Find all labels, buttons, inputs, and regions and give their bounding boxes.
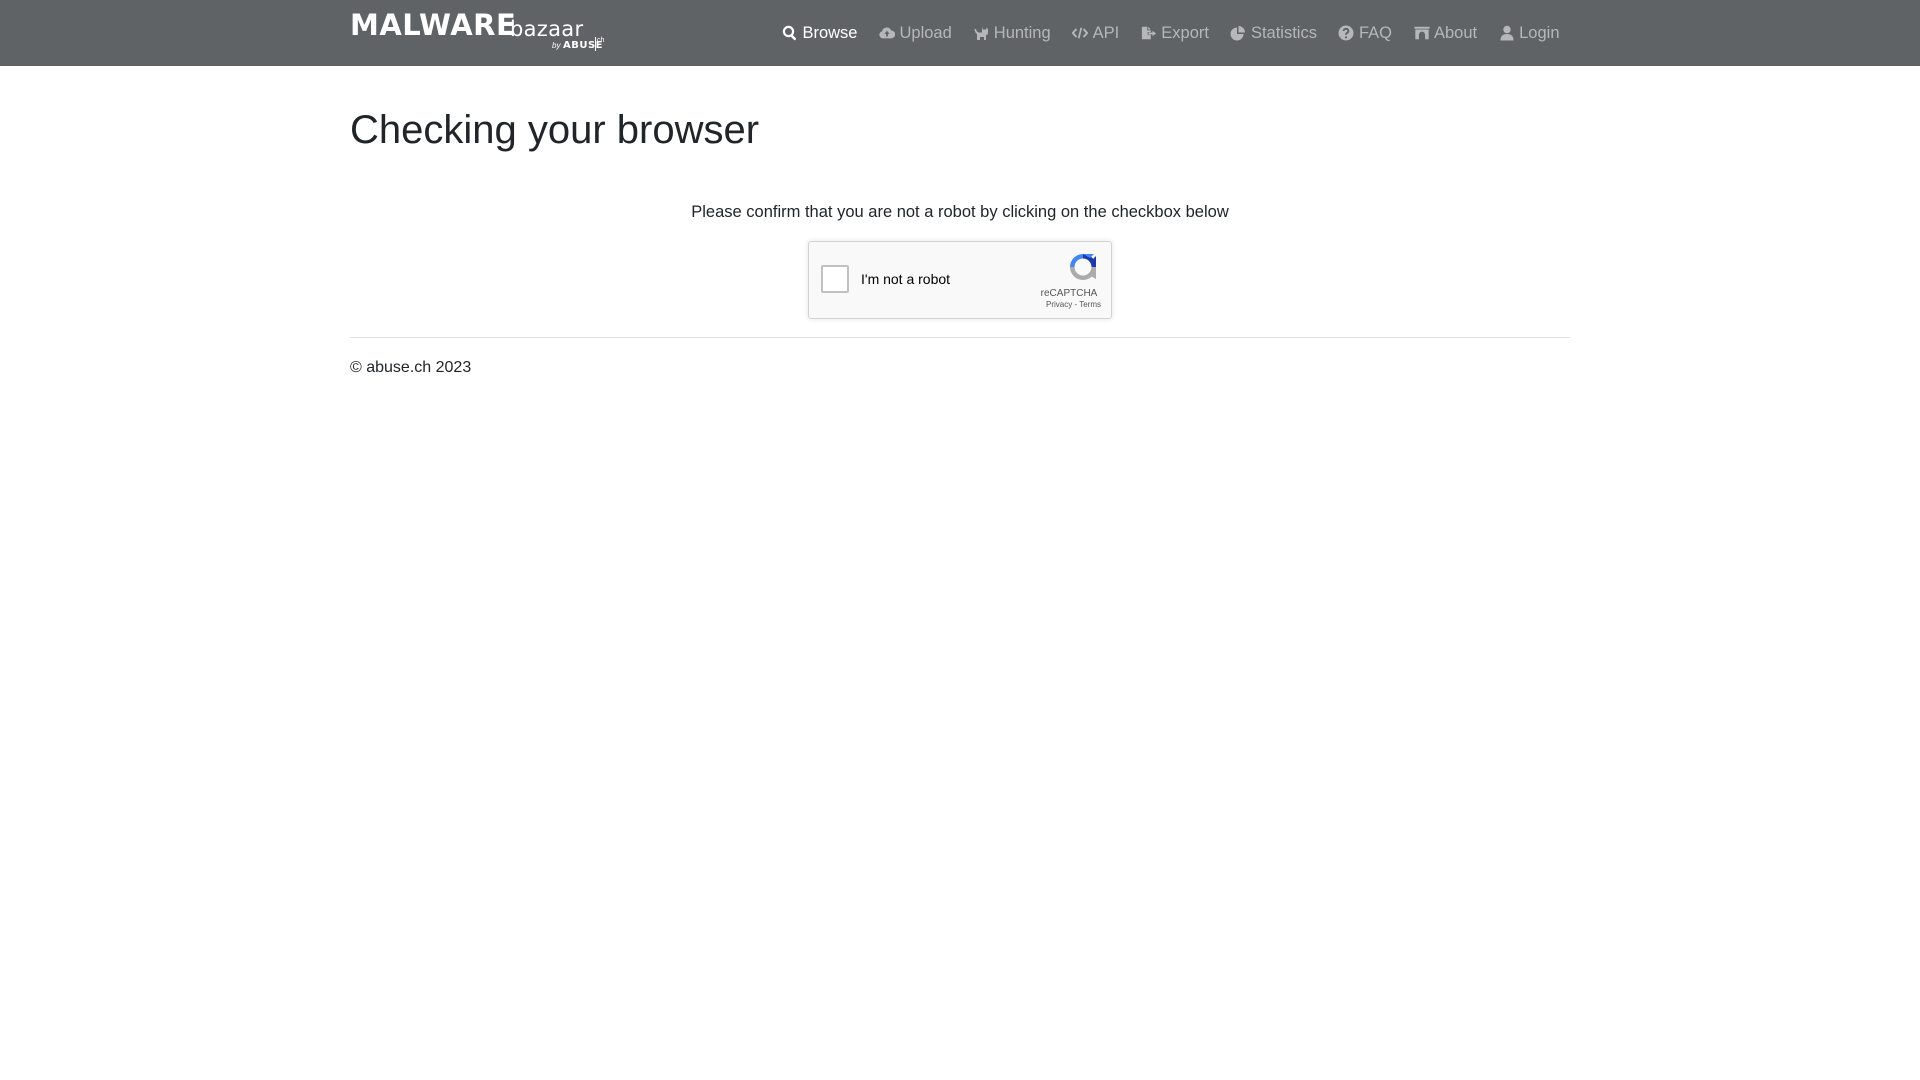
nav-item-about[interactable]: About bbox=[1403, 0, 1488, 66]
nav-item-export[interactable]: Export bbox=[1130, 0, 1220, 66]
nav-item-browse[interactable]: Browse bbox=[771, 0, 868, 66]
nav-item-statistics[interactable]: Statistics bbox=[1219, 0, 1327, 66]
recaptcha-links: Privacy - Terms bbox=[1037, 300, 1101, 310]
recaptcha-label: I'm not a robot bbox=[861, 271, 951, 287]
nav-item-label: Browse bbox=[802, 23, 858, 42]
nav-item-label: Hunting bbox=[993, 23, 1051, 42]
captcha-instruction: Please confirm that you are not a robot … bbox=[691, 203, 1229, 221]
nav-item-label: Statistics bbox=[1250, 23, 1317, 42]
footer-copyright: © abuse.ch 2023 bbox=[350, 359, 472, 376]
archway-icon bbox=[1413, 25, 1430, 42]
nav-item-label: Upload bbox=[899, 23, 952, 42]
recaptcha-privacy-link[interactable]: Privacy bbox=[1046, 300, 1072, 309]
recaptcha-checkbox[interactable] bbox=[821, 265, 849, 293]
code-icon bbox=[1072, 25, 1089, 42]
nav-menu: Browse Upload Hunting API Export Statist… bbox=[771, 0, 1570, 66]
nav-item-label: API bbox=[1092, 23, 1120, 42]
nav-item-api[interactable]: API bbox=[1061, 0, 1130, 66]
nav-item-label: Export bbox=[1161, 23, 1209, 42]
nav-item-label: About bbox=[1434, 23, 1478, 42]
recaptcha-terms-link[interactable]: Terms bbox=[1079, 300, 1101, 309]
main-content: Checking your browser Please confirm tha… bbox=[350, 106, 1570, 379]
navbar-inner: MALWARE bazaar by ABUSE ch Browse Upload bbox=[350, 0, 1570, 66]
brand-divider bbox=[595, 37, 596, 51]
recaptcha-brand: reCAPTCHA bbox=[1040, 288, 1098, 299]
brand-by: by bbox=[552, 41, 561, 50]
brand-name-main: MALWARE bbox=[350, 8, 517, 42]
nav-item-upload[interactable]: Upload bbox=[868, 0, 962, 66]
recaptcha-widget: I'm not a robot reCAPTCHA Privacy - Term… bbox=[808, 241, 1112, 319]
brand-org-suffix: ch bbox=[597, 37, 605, 44]
user-icon bbox=[1498, 25, 1515, 42]
cat-icon bbox=[973, 25, 990, 42]
nav-item-label: FAQ bbox=[1358, 23, 1392, 42]
navbar: MALWARE bazaar by ABUSE ch Browse Upload bbox=[0, 0, 1920, 66]
nav-item-login[interactable]: Login bbox=[1488, 0, 1570, 66]
footer-divider bbox=[350, 337, 1570, 338]
nav-item-label: Login bbox=[1519, 23, 1560, 42]
file-export-icon bbox=[1140, 25, 1157, 42]
brand-logo[interactable]: MALWARE bazaar by ABUSE ch bbox=[350, 8, 604, 55]
page-title: Checking your browser bbox=[350, 108, 760, 152]
recaptcha-logo-icon bbox=[1067, 251, 1099, 283]
nav-item-hunting[interactable]: Hunting bbox=[962, 0, 1061, 66]
cloud-upload-icon bbox=[878, 25, 895, 42]
nav-item-faq[interactable]: FAQ bbox=[1327, 0, 1402, 66]
search-icon bbox=[781, 25, 798, 42]
chart-pie-icon bbox=[1230, 25, 1247, 42]
question-circle-icon bbox=[1338, 25, 1355, 42]
